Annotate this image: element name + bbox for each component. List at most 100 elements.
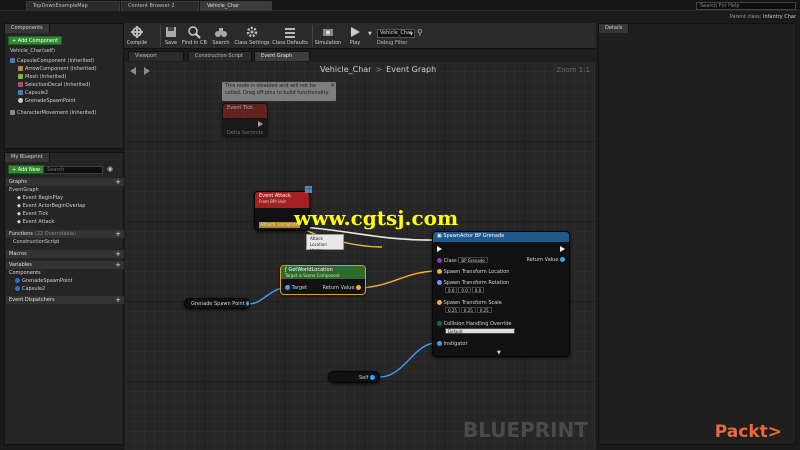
- editor-tabs: Viewport Construction Script Event Graph: [124, 50, 596, 61]
- spawn-actor-node[interactable]: ▣ SpawnActor BP Grenade Class BP Grenade…: [432, 231, 570, 357]
- add-variable-icon[interactable]: +: [115, 261, 121, 269]
- parent-class-value[interactable]: Infantry Char: [763, 14, 796, 20]
- tab-construction-script[interactable]: Construction Script: [188, 51, 252, 61]
- event-graph-canvas[interactable]: Vehicle_Char > Event Graph Zoom 1:1 This n…: [124, 61, 596, 450]
- return-value-pin[interactable]: Return Value: [322, 285, 361, 291]
- variable-item[interactable]: GrenadeSpawnPoint: [15, 278, 72, 285]
- collision-pin[interactable]: Collision Handling Override: [437, 321, 512, 327]
- compile-button[interactable]: Compile: [126, 24, 148, 48]
- functions-section[interactable]: Functions (22 Overridable) +: [6, 230, 124, 238]
- add-function-icon[interactable]: +: [115, 230, 121, 238]
- exec-out-pin[interactable]: [258, 121, 263, 128]
- class-pin[interactable]: Class BP Grenade: [437, 257, 489, 264]
- graph-item[interactable]: EventGraph: [9, 187, 39, 194]
- exec-in-pin[interactable]: [437, 246, 442, 253]
- class-settings-button[interactable]: Class Settings: [234, 24, 270, 48]
- event-label: Event ActorBeginOverlap: [22, 203, 86, 209]
- event-item[interactable]: ◆ Event BeginPlay: [17, 195, 63, 202]
- tooltip-title: Attack Location: [310, 236, 327, 247]
- debug-object-select[interactable]: Vehicle_Char ▼: [377, 29, 415, 38]
- collision-select[interactable]: Default: [445, 328, 516, 335]
- rotation-y-input[interactable]: 0.0: [458, 287, 471, 293]
- variable-item[interactable]: Capsule2: [15, 286, 45, 293]
- component-item[interactable]: Capsule2: [18, 90, 48, 97]
- node-header: ƒ GetWorldLocation Target is Scene Compon…: [281, 266, 365, 279]
- transform-location-pin[interactable]: Spawn Transform Location: [437, 269, 509, 275]
- event-item[interactable]: ◆ Event Attack: [17, 219, 54, 226]
- transform-rotation-pin[interactable]: Spawn Transform Rotation: [437, 280, 509, 286]
- help-search-input[interactable]: Search For Help: [696, 2, 796, 10]
- scale-x-input[interactable]: 0.25: [445, 307, 460, 313]
- expand-chevron-icon[interactable]: ▼: [497, 350, 501, 356]
- self-node[interactable]: Self: [328, 371, 380, 383]
- get-world-location-node[interactable]: ƒ GetWorldLocation Target is Scene Compon…: [280, 265, 366, 295]
- add-macro-icon[interactable]: +: [115, 250, 121, 258]
- add-graph-icon[interactable]: +: [115, 178, 121, 186]
- tab-event-graph[interactable]: Event Graph: [254, 51, 310, 61]
- variables-section[interactable]: Variables +: [6, 261, 124, 269]
- editor-window: TopDownExampleMap Content Browser 2 Vehi…: [0, 0, 800, 450]
- macros-section[interactable]: Macros +: [6, 250, 124, 258]
- find-in-cb-button[interactable]: Find in CB: [182, 24, 207, 48]
- tab-topdown-map[interactable]: TopDownExampleMap: [26, 1, 120, 11]
- tab-viewport[interactable]: Viewport: [128, 51, 184, 61]
- details-tab[interactable]: Details: [599, 24, 630, 33]
- component-item[interactable]: GrenadeSpawnPoint: [18, 98, 75, 105]
- exec-arrow-icon: [560, 246, 565, 252]
- document-tab-bar: TopDownExampleMap Content Browser 2 Vehi…: [0, 0, 800, 11]
- search-button[interactable]: Search: [210, 24, 232, 48]
- component-self[interactable]: Vehicle_Char(self): [10, 48, 55, 55]
- capsule-icon: [18, 90, 23, 95]
- target-pin[interactable]: Target: [285, 285, 307, 291]
- eye-icon[interactable]: ◉: [107, 165, 113, 173]
- gear-icon: [246, 26, 258, 38]
- debug-search-icon[interactable]: ⚲: [417, 28, 423, 37]
- component-item[interactable]: CharacterMovement (Inherited): [10, 110, 96, 117]
- delta-seconds-pin[interactable]: Delta Seconds: [227, 130, 263, 136]
- graphs-section[interactable]: Graphs +: [6, 178, 124, 186]
- play-button[interactable]: Play: [346, 24, 364, 48]
- event-item[interactable]: ◆ Event Tick: [17, 211, 48, 218]
- scale-y-input[interactable]: 0.25: [460, 307, 476, 313]
- return-value-pin[interactable]: Return Value: [526, 257, 565, 263]
- transform-scale-pin[interactable]: Spawn Transform Scale: [437, 300, 502, 306]
- rotation-x-input[interactable]: 0.0: [445, 287, 458, 293]
- event-dispatchers-section[interactable]: Event Dispatchers +: [6, 296, 124, 304]
- tab-vehicle-char[interactable]: Vehicle_Char: [200, 1, 272, 11]
- components-panel: Components + Add Component Vehicle_Char(…: [4, 23, 124, 149]
- class-select[interactable]: BP Grenade: [458, 257, 488, 263]
- rotation-z-input[interactable]: 0.0: [471, 287, 485, 293]
- instigator-pin[interactable]: Instigator: [437, 341, 468, 347]
- add-component-button[interactable]: + Add Component: [8, 36, 63, 45]
- simulation-button[interactable]: Simulation: [314, 24, 342, 48]
- component-item[interactable]: Mesh (Inherited): [18, 74, 66, 81]
- component-item[interactable]: CapsuleComponent (Inherited): [10, 58, 94, 65]
- event-icon: ◆: [17, 219, 21, 225]
- components-tab[interactable]: Components: [5, 24, 50, 33]
- pin-label: Spawn Transform Scale: [443, 300, 502, 306]
- save-button[interactable]: Save: [162, 24, 180, 48]
- scale-z-input[interactable]: 0.25: [476, 307, 492, 313]
- blueprint-search-input[interactable]: Search: [43, 166, 103, 174]
- my-blueprint-tab[interactable]: My Blueprint: [5, 153, 50, 162]
- add-new-button[interactable]: + Add New: [8, 165, 44, 174]
- add-dispatcher-icon[interactable]: +: [115, 296, 121, 304]
- exec-out-pin[interactable]: [560, 246, 565, 253]
- grenade-spawn-point-getter[interactable]: Grenade Spawn Point: [184, 298, 250, 309]
- save-icon: [166, 27, 176, 37]
- class-defaults-button[interactable]: Class Defaults: [272, 24, 308, 48]
- component-item[interactable]: ArrowComponent (Inherited): [18, 66, 97, 73]
- function-item[interactable]: ConstructionScript: [13, 239, 59, 246]
- pin-label: Grenade Spawn Point: [191, 301, 245, 307]
- section-label: Functions: [9, 231, 33, 237]
- play-options-chevron-icon[interactable]: ▼: [368, 31, 372, 37]
- tab-content-browser[interactable]: Content Browser 2: [121, 1, 199, 11]
- event-tick-node[interactable]: Event Tick Delta Seconds: [222, 103, 268, 137]
- object-pin-icon: [370, 375, 375, 380]
- component-item[interactable]: SelectionDecal (Inherited): [18, 82, 90, 89]
- close-note-icon[interactable]: ✕: [330, 82, 335, 89]
- components-var-category[interactable]: Components: [9, 270, 41, 277]
- self-pin[interactable]: Self: [359, 375, 375, 381]
- event-item[interactable]: ◆ Event ActorBeginOverlap: [17, 203, 85, 210]
- component-label: Mesh (Inherited): [25, 74, 67, 80]
